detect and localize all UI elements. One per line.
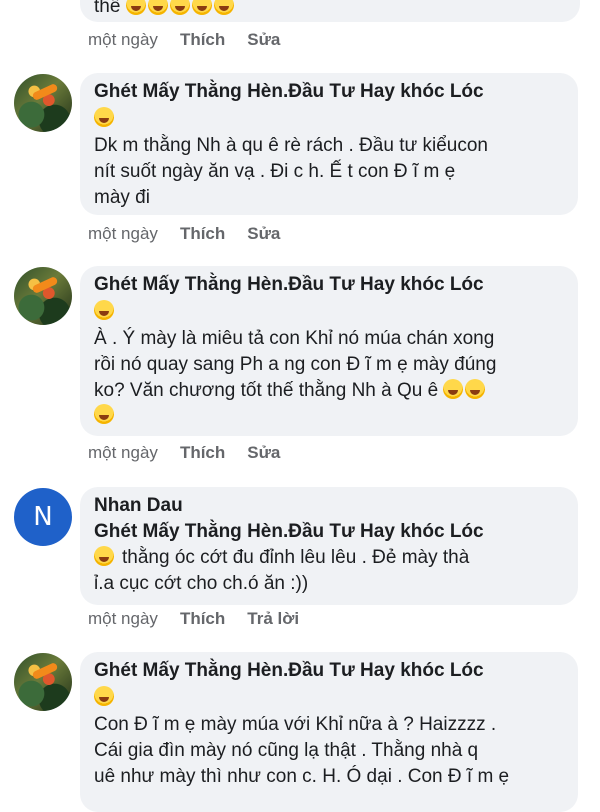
comment-text-line: Cái gia đìn mày nó cũng lạ thật . Thằng …: [94, 740, 479, 761]
comment-text-line: Dk m thằng Nh à qu ê rè rách . Đầu tư ki…: [94, 135, 488, 156]
comment-text-line: mày đi: [94, 187, 150, 208]
laughing-emoji-icon: [94, 107, 114, 127]
comment-text: thế: [94, 0, 121, 17]
comment-bubble: Nhan Dau Ghét Mấy Thằng Hèn.Đầu Tư Hay k…: [80, 487, 578, 605]
laughing-emoji-icon: [125, 0, 146, 15]
timestamp[interactable]: một ngày: [88, 30, 158, 50]
comment-text-line: À . Ý mày là miêu tả con Khỉ nó múa chán…: [94, 328, 495, 349]
like-button[interactable]: Thích: [180, 609, 225, 629]
timestamp[interactable]: một ngày: [88, 443, 158, 463]
like-button[interactable]: Thích: [180, 443, 225, 463]
laughing-emoji-icon: [147, 0, 168, 15]
avatar[interactable]: [14, 267, 72, 325]
like-button[interactable]: Thích: [180, 224, 225, 244]
edit-button[interactable]: Sửa: [247, 30, 280, 50]
comment-bubble-partial: thế: [80, 0, 580, 22]
laughing-emoji-icon: [213, 0, 234, 15]
comment-author[interactable]: Ghét Mấy Thằng Hèn.Đầu Tư Hay khóc Lóc: [94, 272, 564, 298]
comment-bubble: Ghét Mấy Thằng Hèn.Đầu Tư Hay khóc Lóc D…: [80, 73, 578, 215]
laughing-emoji-icon: [465, 379, 486, 399]
comment-actions: một ngày Thích Sửa: [88, 224, 280, 244]
comment-author[interactable]: Ghét Mấy Thằng Hèn.Đầu Tư Hay khóc Lóc: [94, 79, 564, 105]
comment-author[interactable]: Ghét Mấy Thằng Hèn.Đầu Tư Hay khóc Lóc: [94, 658, 564, 684]
comment-actions: một ngày Thích Sửa: [88, 443, 280, 463]
comment-text-line: rồi nó quay sang Ph a ng con Đ ĩ m ẹ mày…: [94, 354, 497, 375]
reply-button[interactable]: Trả lời: [247, 609, 299, 629]
comment-author[interactable]: Nhan Dau: [94, 493, 564, 519]
mentioned-user-tag[interactable]: Ghét Mấy Thằng Hèn.Đầu Tư Hay khóc Lóc: [94, 519, 564, 545]
laughing-emoji-icon: [443, 379, 464, 399]
avatar[interactable]: [14, 653, 72, 711]
laughing-emoji-icon: [94, 404, 114, 424]
edit-button[interactable]: Sửa: [247, 224, 280, 244]
timestamp[interactable]: một ngày: [88, 224, 158, 244]
laughing-emoji-icon: [191, 0, 212, 15]
avatar[interactable]: N: [14, 488, 72, 546]
comment-text-line: ko? Văn chương tốt thế thằng Nh à Qu ê: [94, 380, 439, 401]
laughing-emoji-icon: [94, 686, 114, 706]
avatar-letter: N: [33, 502, 53, 532]
comment-bubble: Ghét Mấy Thằng Hèn.Đầu Tư Hay khóc Lóc À…: [80, 266, 578, 436]
comment-bubble: Ghét Mấy Thằng Hèn.Đầu Tư Hay khóc Lóc C…: [80, 652, 578, 812]
edit-button[interactable]: Sửa: [247, 443, 280, 463]
comment-text-line: thằng óc cớt đu đỉnh lêu lêu . Đẻ mày th…: [122, 547, 470, 568]
comment-text-line: nít suốt ngày ăn vạ . Đi c h. Ế t con Đ …: [94, 161, 456, 182]
comment-text-line: Con Đ ĩ m ẹ mày múa với Khỉ nữa à ? Haiz…: [94, 714, 497, 735]
comment-text-line: ỉ.a cục cớt cho ch.ó ăn :)): [94, 573, 309, 594]
laughing-emoji-icon: [94, 300, 114, 320]
comment-actions: một ngày Thích Trả lời: [88, 609, 299, 629]
comment-text-line: uê như mày thì như con c. H. Ó dại . Con…: [94, 766, 510, 787]
timestamp[interactable]: một ngày: [88, 609, 158, 629]
laughing-emoji-icon: [169, 0, 190, 15]
like-button[interactable]: Thích: [180, 30, 225, 50]
avatar[interactable]: [14, 74, 72, 132]
laughing-emoji-icon: [94, 546, 114, 566]
comment-actions: một ngày Thích Sửa: [88, 30, 280, 50]
